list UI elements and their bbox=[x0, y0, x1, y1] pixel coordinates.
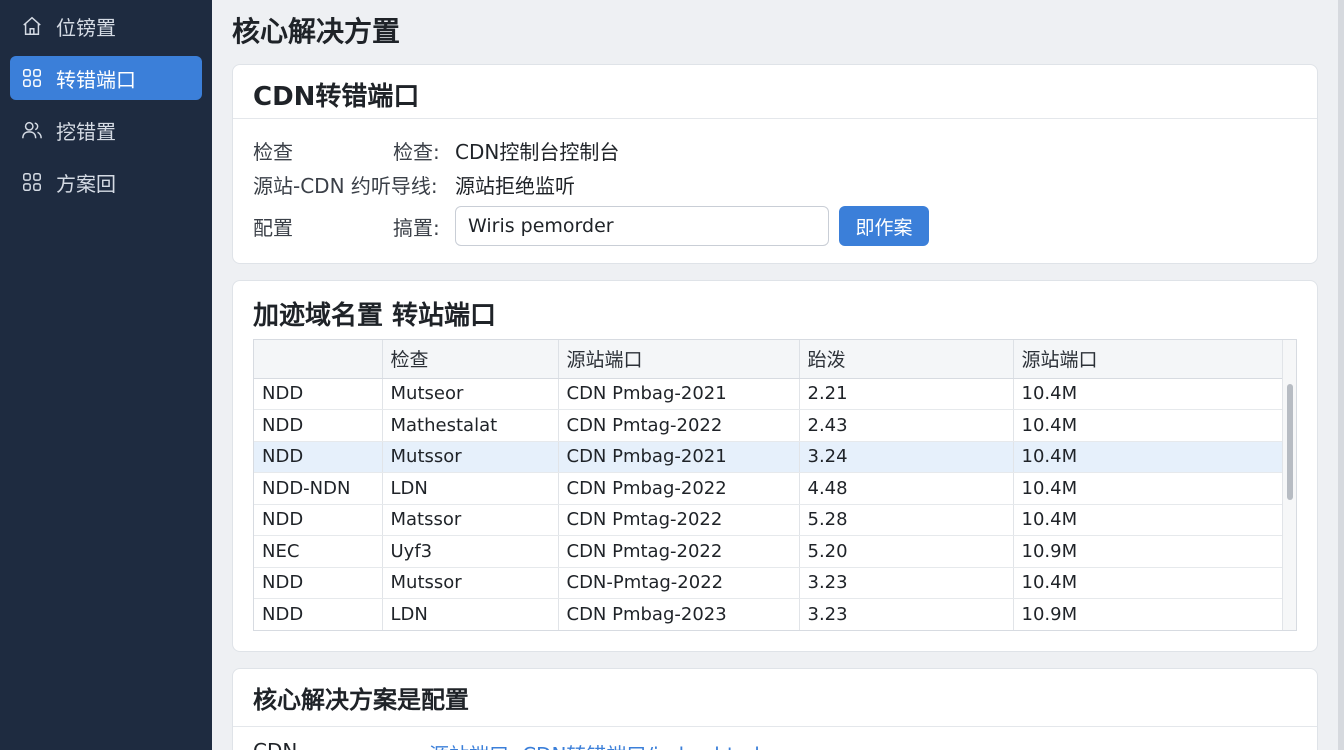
table-cell: 10.4M bbox=[1013, 441, 1285, 473]
table-header-row: 检查 源站端口 跆泼 源站端口 bbox=[254, 340, 1285, 379]
table-cell: 10.9M bbox=[1013, 535, 1285, 568]
apply-button[interactable]: 即作案 bbox=[839, 206, 929, 246]
table-cell: 10.4M bbox=[1013, 567, 1285, 599]
table-cell: 10.4M bbox=[1013, 504, 1285, 536]
table-cell: 10.4M bbox=[1013, 409, 1285, 442]
sidebar-item-plans[interactable]: 方案回 bbox=[10, 160, 202, 204]
card-title: CDN转错端口 bbox=[233, 65, 1317, 119]
field-value: CDN控制台控制台 bbox=[455, 139, 620, 164]
table-cell: Mutseor bbox=[382, 378, 559, 410]
table-cell: 10.9M bbox=[1013, 598, 1285, 630]
column-header[interactable] bbox=[254, 340, 383, 379]
table-cell: NEC bbox=[254, 535, 383, 568]
column-header[interactable]: 跆泼 bbox=[799, 340, 1014, 379]
field-label: 源站-CDN 约听导线: bbox=[253, 173, 438, 198]
sidebar-item-label: 位镑置 bbox=[56, 15, 116, 40]
table-cell: 3.23 bbox=[799, 598, 1014, 630]
table-cell: 3.23 bbox=[799, 567, 1014, 599]
column-header[interactable]: 检查 bbox=[382, 340, 559, 379]
users-icon bbox=[20, 118, 44, 142]
sidebar-item-label: 方案回 bbox=[56, 171, 116, 196]
sidebar-item-label: 挖错置 bbox=[56, 119, 116, 144]
table-row[interactable]: NEC Uyf3 CDN Pmtag-2022 5.20 10.9M bbox=[254, 535, 1285, 568]
table-cell: 4.48 bbox=[799, 472, 1014, 505]
grid-icon bbox=[20, 66, 44, 90]
form-row-config: 配置 搞置: 即作案 bbox=[253, 201, 1297, 251]
config-input[interactable] bbox=[455, 206, 829, 246]
config-link-row: CDN 源站端口: CDN转错端口/index.html bbox=[233, 727, 1317, 750]
sidebar: 位镑置 转错端口 挖错置 方案回 bbox=[0, 0, 212, 750]
table-cell: NDD bbox=[254, 567, 383, 599]
table-cell: CDN Pmtag-2022 bbox=[558, 504, 800, 536]
field-value: 源站拒绝监听 bbox=[455, 173, 575, 198]
config-link[interactable]: 源站端口: CDN转错端口/index.html bbox=[429, 739, 760, 750]
column-header[interactable]: 源站端口 bbox=[558, 340, 800, 379]
card-title: 加迹域名置 转站端口 bbox=[253, 301, 497, 331]
table-row[interactable]: NDD-NDN LDN CDN Pmbag-2022 4.48 10.4M bbox=[254, 472, 1285, 505]
field-label: CDN bbox=[253, 739, 429, 750]
field-sublabel: 搞置: bbox=[393, 215, 440, 240]
sidebar-item-port-errors[interactable]: 转错端口 bbox=[10, 56, 202, 100]
table-cell: LDN bbox=[382, 598, 559, 630]
table-row[interactable]: NDD Mathestalat CDN Pmtag-2022 2.43 10.4… bbox=[254, 409, 1285, 442]
form-row-check: 检查 检查: CDN控制台控制台 bbox=[253, 133, 1297, 167]
table-cell: Mutssor bbox=[382, 567, 559, 599]
field-sublabel: 检查: bbox=[393, 139, 440, 164]
table-cell: 5.20 bbox=[799, 535, 1014, 568]
table-cell: LDN bbox=[382, 472, 559, 505]
sidebar-item-label: 转错端口 bbox=[56, 67, 136, 92]
table-scrollbar[interactable] bbox=[1282, 340, 1296, 630]
main-content: 核心解决方置 CDN转错端口 检查 检查: CDN控制台控制台 源站-CDN 约… bbox=[212, 0, 1344, 750]
table-cell: Mutssor bbox=[382, 441, 559, 473]
field-label: 检查 bbox=[253, 139, 293, 164]
solution-config-card: 核心解决方案是配置 CDN 源站端口: CDN转错端口/index.html bbox=[232, 668, 1318, 750]
table-cell: NDD bbox=[254, 409, 383, 442]
table-cell: CDN Pmbag-2023 bbox=[558, 598, 800, 630]
table-cell: Uyf3 bbox=[382, 535, 559, 568]
column-header[interactable]: 源站端口 bbox=[1013, 340, 1285, 379]
table-cell: CDN Pmtag-2022 bbox=[558, 409, 800, 442]
card-title: 核心解决方案是配置 bbox=[233, 669, 1317, 727]
table-cell: CDN Pmbag-2021 bbox=[558, 441, 800, 473]
table-row[interactable]: NDD Matssor CDN Pmtag-2022 5.28 10.4M bbox=[254, 504, 1285, 536]
table-cell: 2.21 bbox=[799, 378, 1014, 410]
window-edge bbox=[1338, 0, 1344, 750]
table-row-selected[interactable]: NDD Mutssor CDN Pmbag-2021 3.24 10.4M bbox=[254, 441, 1285, 473]
table-cell: CDN Pmbag-2021 bbox=[558, 378, 800, 410]
table-cell: 5.28 bbox=[799, 504, 1014, 536]
table-cell: NDD bbox=[254, 441, 383, 473]
table-cell: NDD bbox=[254, 598, 383, 630]
info-form: 检查 检查: CDN控制台控制台 源站-CDN 约听导线: 源站拒绝监听 配置 … bbox=[233, 119, 1317, 251]
data-table: 检查 源站端口 跆泼 源站端口 NDD Mutseor CDN Pmbag-20… bbox=[253, 339, 1297, 631]
sidebar-item-home[interactable]: 位镑置 bbox=[10, 4, 202, 48]
domain-port-card: 加迹域名置 转站端口 检查 源站端口 跆泼 源站端口 NDD Mutseor C… bbox=[232, 280, 1318, 652]
home-icon bbox=[20, 14, 44, 38]
table-row[interactable]: NDD Mutssor CDN-Pmtag-2022 3.23 10.4M bbox=[254, 567, 1285, 599]
table-cell: 3.24 bbox=[799, 441, 1014, 473]
table-cell: NDD-NDN bbox=[254, 472, 383, 505]
cdn-port-card: CDN转错端口 检查 检查: CDN控制台控制台 源站-CDN 约听导线: 源站… bbox=[232, 64, 1318, 264]
table-cell: Matssor bbox=[382, 504, 559, 536]
scrollbar-thumb[interactable] bbox=[1287, 384, 1293, 500]
table-cell: 10.4M bbox=[1013, 378, 1285, 410]
table-cell: Mathestalat bbox=[382, 409, 559, 442]
form-row-origin: 源站-CDN 约听导线: 源站拒绝监听 bbox=[253, 167, 1297, 201]
table-row[interactable]: NDD LDN CDN Pmbag-2023 3.23 10.9M bbox=[254, 598, 1285, 630]
table-cell: CDN Pmtag-2022 bbox=[558, 535, 800, 568]
table-cell: NDD bbox=[254, 378, 383, 410]
table-row[interactable]: NDD Mutseor CDN Pmbag-2021 2.21 10.4M bbox=[254, 378, 1285, 410]
table-cell: NDD bbox=[254, 504, 383, 536]
sidebar-item-users[interactable]: 挖错置 bbox=[10, 108, 202, 152]
field-label: 配置 bbox=[253, 215, 293, 240]
page-title: 核心解决方置 bbox=[232, 15, 401, 48]
table-cell: CDN Pmbag-2022 bbox=[558, 472, 800, 505]
table-cell: 2.43 bbox=[799, 409, 1014, 442]
grid-icon bbox=[20, 170, 44, 194]
table-cell: 10.4M bbox=[1013, 472, 1285, 505]
table-cell: CDN-Pmtag-2022 bbox=[558, 567, 800, 599]
